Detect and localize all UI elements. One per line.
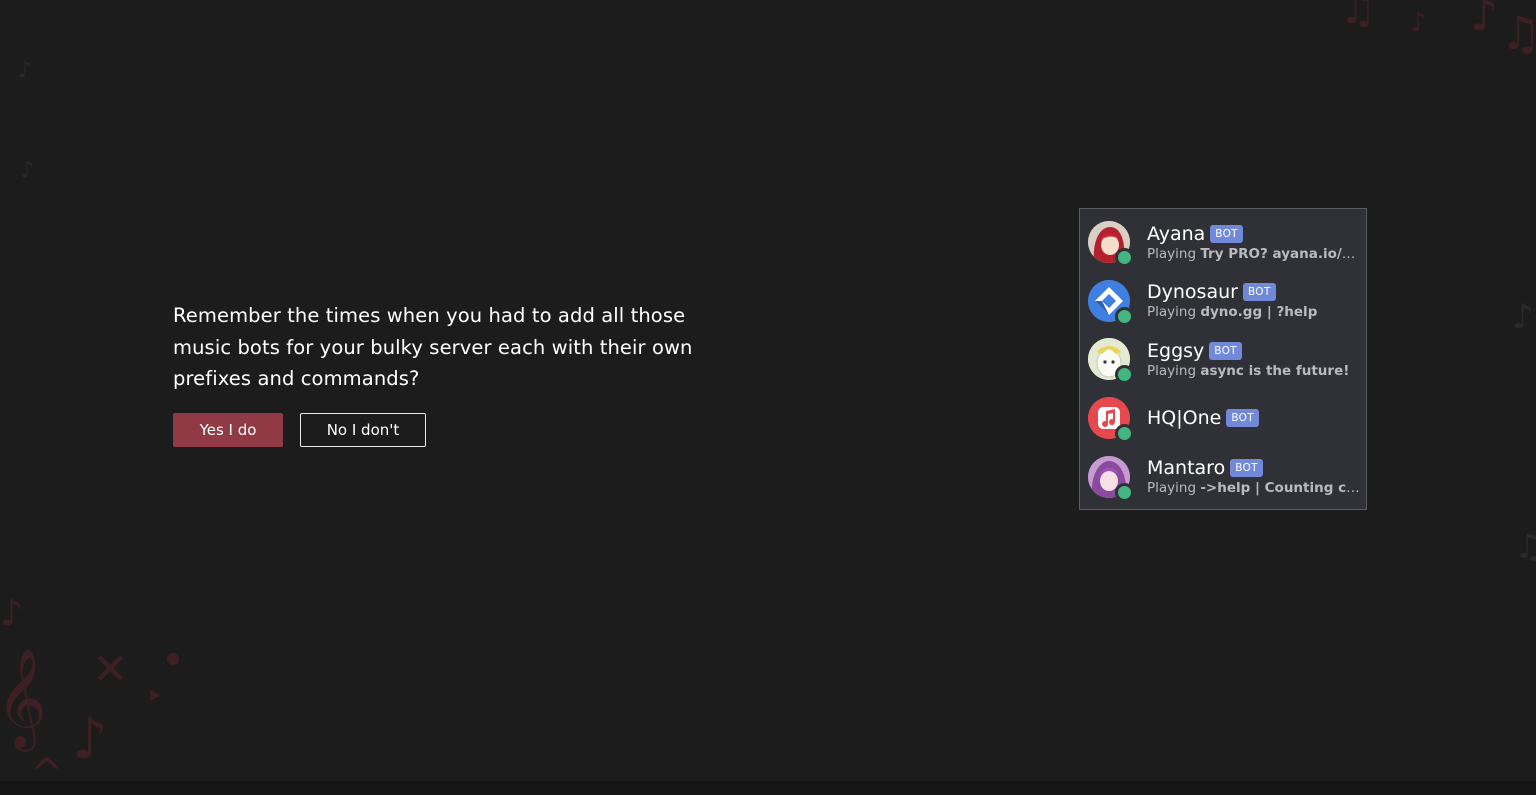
avatar	[1088, 279, 1134, 326]
member-info: Eggsy BOT Playing async is the future!	[1147, 330, 1360, 389]
bot-tag: BOT	[1226, 409, 1259, 428]
online-status-icon	[1115, 424, 1134, 444]
discord-member-list: Ayana BOT Playing Try PRO? ayana.io/pr..…	[1079, 208, 1367, 510]
member-activity: Playing Try PRO? ayana.io/pr...	[1147, 245, 1360, 262]
online-status-icon	[1115, 482, 1134, 502]
decorative-music-note-left: ♪	[0, 593, 23, 634]
no-i-dont-button[interactable]: No I don't	[300, 412, 426, 447]
decorative-cross-mark: ✕	[92, 644, 129, 695]
bottom-strip	[0, 781, 1536, 795]
yes-i-do-button[interactable]: Yes I do	[173, 412, 283, 447]
member-name: HQ|One	[1147, 407, 1222, 430]
decorative-music-note-top-right-2: ♪	[1470, 0, 1499, 41]
decorative-faint-note-3: ♪	[1512, 297, 1534, 337]
online-status-icon	[1115, 306, 1134, 326]
decorative-dot: ●	[166, 648, 180, 667]
decorative-faint-note-4: ♫	[1514, 527, 1536, 567]
member-activity: Playing async is the future!	[1147, 362, 1350, 379]
decorative-treble-clef: 𝄞	[0, 648, 47, 748]
member-eggsy[interactable]: Eggsy BOT Playing async is the future!	[1080, 330, 1366, 389]
avatar	[1088, 221, 1134, 268]
hero-question: Remember the times when you had to add a…	[173, 304, 693, 390]
bot-tag: BOT	[1210, 224, 1243, 243]
decorative-faint-note-2: ♪	[20, 158, 35, 183]
bot-tag: BOT	[1242, 283, 1276, 302]
decorative-music-note-top-right-3: ♪	[1410, 8, 1427, 38]
decorative-music-note-bottom-left: ♪	[72, 707, 108, 772]
hero-section: Remember the times when you had to add a…	[173, 300, 713, 447]
member-info: Ayana BOT Playing Try PRO? ayana.io/pr..…	[1147, 213, 1360, 272]
member-activity: Playing dyno.gg | ?help	[1147, 304, 1318, 321]
decorative-music-note-top-right-4: ♫	[1500, 6, 1536, 60]
member-hqone[interactable]: HQ|One BOT	[1080, 389, 1366, 448]
avatar	[1088, 455, 1134, 502]
member-mantaro[interactable]: Mantaro BOT Playing ->help | Counting cr…	[1080, 447, 1366, 506]
decorative-music-notes-top-right: ♫	[1340, 0, 1376, 33]
decorative-triangle: ▶	[150, 687, 161, 703]
avatar	[1088, 338, 1134, 385]
member-activity: Playing ->help | Counting cred...	[1147, 480, 1360, 497]
avatar	[1088, 397, 1134, 444]
member-info: Mantaro BOT Playing ->help | Counting cr…	[1147, 447, 1360, 506]
member-name: Eggsy	[1147, 339, 1205, 362]
member-dynosaur[interactable]: Dynosaur BOT Playing dyno.gg | ?help	[1080, 272, 1366, 331]
member-ayana[interactable]: Ayana BOT Playing Try PRO? ayana.io/pr..…	[1080, 213, 1366, 272]
landing-page: ♫ ♪ ♪ ♫ 𝄞 ✕ ● ▶ ♪ ♪ ^ ♪ ♪ ♪ ♫ Remember t…	[0, 0, 1536, 795]
hero-actions: Yes I do No I don't	[173, 412, 713, 447]
online-status-icon	[1115, 248, 1134, 268]
member-info: Dynosaur BOT Playing dyno.gg | ?help	[1147, 272, 1360, 331]
member-name: Mantaro	[1147, 457, 1226, 480]
member-name: Ayana	[1147, 222, 1206, 245]
decorative-faint-note-1: ♪	[18, 58, 33, 83]
bot-tag: BOT	[1209, 341, 1242, 360]
online-status-icon	[1115, 365, 1134, 385]
member-name: Dynosaur	[1147, 281, 1238, 304]
member-info: HQ|One BOT	[1147, 389, 1360, 448]
bot-tag: BOT	[1230, 459, 1263, 478]
